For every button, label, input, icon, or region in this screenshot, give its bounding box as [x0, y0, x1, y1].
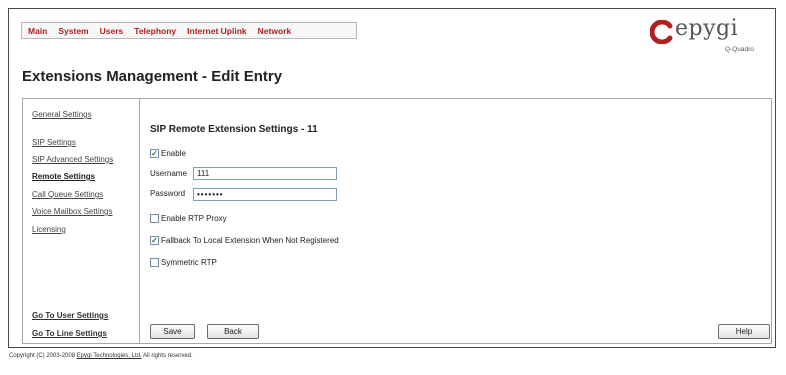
sidebar: General Settings SIP Settings SIP Advanc… [23, 99, 140, 343]
password-label: Password [150, 189, 186, 198]
sidebar-item-sip-settings[interactable]: SIP Settings [32, 138, 76, 147]
fallback-checkbox[interactable]: ✓ [150, 236, 159, 245]
rtp-proxy-checkbox[interactable] [150, 214, 159, 223]
enable-label: Enable [161, 149, 186, 158]
epygi-logo-icon [650, 20, 673, 44]
enable-row: ✓ Enable [150, 149, 186, 158]
sidebar-item-voice-mailbox-settings[interactable]: Voice Mailbox Settings [32, 207, 113, 216]
rtp-proxy-label: Enable RTP Proxy [161, 214, 227, 223]
epygi-link[interactable]: Epygi Technologies, Ltd. [77, 353, 142, 359]
sidebar-item-call-queue-settings[interactable]: Call Queue Settings [32, 190, 103, 199]
fallback-row: ✓ Fallback To Local Extension When Not R… [150, 236, 339, 245]
enable-checkbox[interactable]: ✓ [150, 149, 159, 158]
back-button[interactable]: Back [207, 324, 259, 339]
copyright-footer: Copyright (C) 2003-2008 Epygi Technologi… [9, 353, 193, 359]
go-to-line-settings-link[interactable]: Go To Line Settings [32, 329, 107, 338]
copyright-suffix: All rights reserved. [143, 353, 193, 359]
epygi-logo: epygi Q-Quadro [650, 10, 762, 54]
nav-item-internet-uplink[interactable]: Internet Uplink [187, 26, 247, 36]
sidebar-item-licensing[interactable]: Licensing [32, 225, 66, 234]
nav-item-users[interactable]: Users [100, 26, 124, 36]
copyright-prefix: Copyright (C) 2003-2008 [9, 353, 76, 359]
page-title: Extensions Management - Edit Entry [22, 68, 283, 85]
password-input[interactable] [193, 188, 337, 201]
symmetric-rtp-row: Symmetric RTP [150, 258, 217, 267]
main-form: SIP Remote Extension Settings - 11 ✓ Ena… [141, 99, 771, 343]
symmetric-rtp-checkbox[interactable] [150, 258, 159, 267]
fallback-label: Fallback To Local Extension When Not Reg… [161, 236, 339, 245]
nav-item-main[interactable]: Main [28, 26, 47, 36]
nav-item-system[interactable]: System [58, 26, 88, 36]
logo-wordmark: epygi [675, 16, 739, 41]
top-nav: Main System Users Telephony Internet Upl… [21, 22, 357, 39]
symmetric-rtp-label: Symmetric RTP [161, 258, 217, 267]
username-label: Username [150, 169, 187, 178]
check-icon: ✓ [151, 235, 158, 245]
help-button[interactable]: Help [718, 324, 770, 339]
nav-item-telephony[interactable]: Telephony [134, 26, 176, 36]
rtp-proxy-row: Enable RTP Proxy [150, 214, 227, 223]
content-panel: General Settings SIP Settings SIP Advanc… [22, 98, 772, 344]
sidebar-item-general-settings[interactable]: General Settings [32, 110, 92, 119]
save-button[interactable]: Save [150, 324, 195, 339]
logo-product: Q-Quadro [725, 46, 754, 53]
nav-item-network[interactable]: Network [258, 26, 292, 36]
section-title: SIP Remote Extension Settings - 11 [150, 124, 318, 135]
check-icon: ✓ [151, 148, 158, 158]
sidebar-item-sip-advanced-settings[interactable]: SIP Advanced Settings [32, 155, 113, 164]
go-to-user-settings-link[interactable]: Go To User Settings [32, 311, 108, 320]
sidebar-item-remote-settings[interactable]: Remote Settings [32, 172, 95, 181]
username-input[interactable] [193, 167, 337, 180]
